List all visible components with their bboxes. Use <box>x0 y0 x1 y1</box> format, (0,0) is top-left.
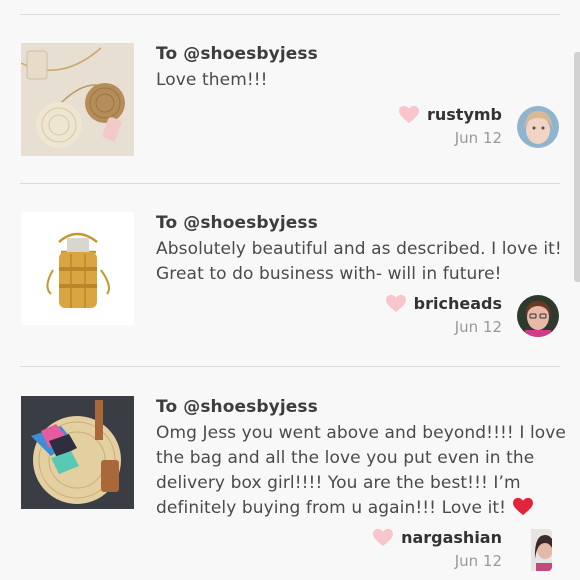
reviewer-username[interactable]: rustymb <box>427 105 502 124</box>
heart-icon <box>385 294 406 313</box>
round-rattan-bag-photo-icon <box>21 396 134 509</box>
recipient-label: To @shoesbyjess <box>156 44 318 64</box>
red-heart-emoji-icon <box>512 497 533 516</box>
heart-icon <box>399 105 419 124</box>
divider <box>20 14 560 15</box>
divider <box>20 183 560 184</box>
review-thumbnail[interactable] <box>21 43 134 156</box>
user-avatar-icon <box>517 295 559 337</box>
review-message: Absolutely beautiful and as described. I… <box>156 239 562 284</box>
user-avatar-icon <box>531 529 552 571</box>
user-avatar-icon <box>517 106 559 148</box>
review-date: Jun 12 <box>454 552 502 570</box>
review-thumbnail[interactable] <box>21 212 134 325</box>
scrollbar[interactable] <box>574 52 580 282</box>
reviewer-username[interactable]: bricheads <box>414 294 502 313</box>
reviewer-row[interactable]: rustymb <box>398 105 502 124</box>
reviewer-row[interactable]: nargashian <box>372 528 502 547</box>
bucket-bag-photo-icon <box>21 212 134 325</box>
review-thumbnail[interactable] <box>21 396 134 509</box>
review-date: Jun 12 <box>454 129 502 147</box>
recipient-label: To @shoesbyjess <box>156 397 318 417</box>
reviewer-username[interactable]: nargashian <box>401 528 502 547</box>
review-message: Love them!!! <box>156 70 268 90</box>
review-message-text: Omg Jess you went above and beyond!!!! I… <box>156 423 566 518</box>
round-straw-bags-photo-icon <box>21 43 134 156</box>
divider <box>20 366 560 367</box>
recipient-label: To @shoesbyjess <box>156 213 318 233</box>
review-message: Omg Jess you went above and beyond!!!! I… <box>156 421 566 521</box>
avatar[interactable] <box>517 295 559 337</box>
avatar[interactable] <box>524 529 552 571</box>
review-date: Jun 12 <box>454 318 502 336</box>
avatar[interactable] <box>517 106 559 148</box>
heart-icon <box>373 528 394 547</box>
reviewer-row[interactable]: bricheads <box>385 294 502 313</box>
